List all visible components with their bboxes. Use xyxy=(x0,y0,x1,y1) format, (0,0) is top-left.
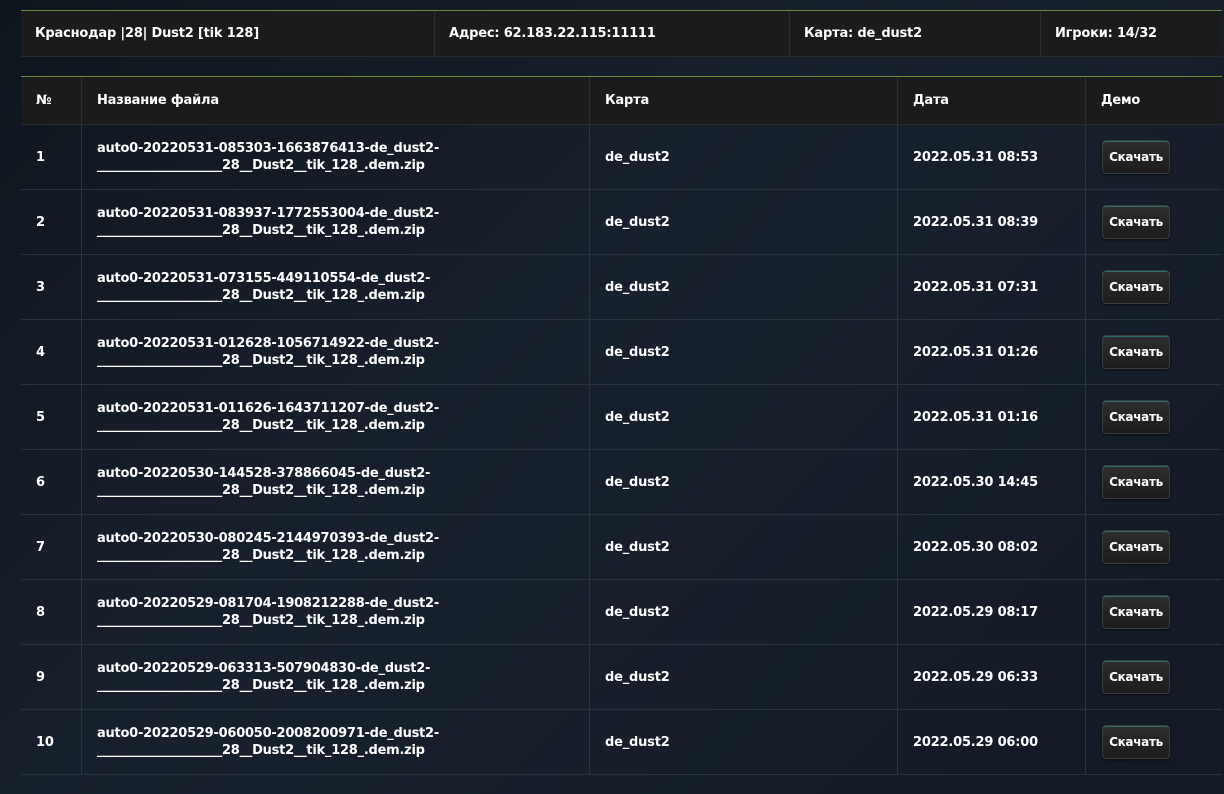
row-file-name: auto0-20220531-085303-1663876413-de_dust… xyxy=(82,125,590,189)
table-row: 9 auto0-20220529-063313-507904830-de_dust… xyxy=(21,645,1222,710)
download-button[interactable]: Скачать xyxy=(1102,140,1170,174)
row-map: de_dust2 xyxy=(590,125,898,189)
row-demo-cell: Скачать xyxy=(1086,320,1222,384)
header-file-name: Название файла xyxy=(82,77,590,124)
row-number: 2 xyxy=(21,190,82,254)
table-body: 1 auto0-20220531-085303-1663876413-de_dus… xyxy=(21,125,1222,775)
row-number: 6 xyxy=(21,450,82,514)
header-date: Дата xyxy=(898,77,1086,124)
row-date: 2022.05.30 08:02 xyxy=(898,515,1086,579)
row-file-name: auto0-20220531-011626-1643711207-de_dust… xyxy=(82,385,590,449)
table-row: 6 auto0-20220530-144528-378866045-de_dust… xyxy=(21,450,1222,515)
server-address: Адрес: 62.183.22.115:11111 xyxy=(435,11,790,56)
row-date: 2022.05.30 14:45 xyxy=(898,450,1086,514)
row-date: 2022.05.31 07:31 xyxy=(898,255,1086,319)
row-demo-cell: Скачать xyxy=(1086,515,1222,579)
row-map: de_dust2 xyxy=(590,710,898,774)
row-map: de_dust2 xyxy=(590,385,898,449)
row-file-name: auto0-20220529-060050-2008200971-de_dust… xyxy=(82,710,590,774)
row-file-name: auto0-20220530-080245-2144970393-de_dust… xyxy=(82,515,590,579)
row-number: 9 xyxy=(21,645,82,709)
server-name: Краснодар |28| Dust2 [tik 128] xyxy=(21,11,435,56)
row-file-name: auto0-20220531-073155-449110554-de_dust2… xyxy=(82,255,590,319)
table-row: 3 auto0-20220531-073155-449110554-de_dust… xyxy=(21,255,1222,320)
table-header: № Название файла Карта Дата Демо xyxy=(21,77,1222,125)
row-file-name: auto0-20220531-012628-1056714922-de_dust… xyxy=(82,320,590,384)
row-map: de_dust2 xyxy=(590,645,898,709)
table-row: 5 auto0-20220531-011626-1643711207-de_dus… xyxy=(21,385,1222,450)
download-button[interactable]: Скачать xyxy=(1102,595,1170,629)
row-date: 2022.05.29 06:33 xyxy=(898,645,1086,709)
row-number: 4 xyxy=(21,320,82,384)
row-date: 2022.05.29 08:17 xyxy=(898,580,1086,644)
row-date: 2022.05.29 06:00 xyxy=(898,710,1086,774)
row-number: 3 xyxy=(21,255,82,319)
download-button[interactable]: Скачать xyxy=(1102,465,1170,499)
row-map: de_dust2 xyxy=(590,320,898,384)
row-demo-cell: Скачать xyxy=(1086,645,1222,709)
download-button[interactable]: Скачать xyxy=(1102,205,1170,239)
row-number: 1 xyxy=(21,125,82,189)
row-map: de_dust2 xyxy=(590,190,898,254)
row-map: de_dust2 xyxy=(590,580,898,644)
row-date: 2022.05.31 08:39 xyxy=(898,190,1086,254)
download-button[interactable]: Скачать xyxy=(1102,660,1170,694)
row-demo-cell: Скачать xyxy=(1086,255,1222,319)
table-row: 7 auto0-20220530-080245-2144970393-de_dus… xyxy=(21,515,1222,580)
row-demo-cell: Скачать xyxy=(1086,450,1222,514)
row-file-name: auto0-20220529-081704-1908212288-de_dust… xyxy=(82,580,590,644)
server-players: Игроки: 14/32 xyxy=(1055,26,1157,41)
row-date: 2022.05.31 08:53 xyxy=(898,125,1086,189)
demos-table: № Название файла Карта Дата Демо 1 auto0-… xyxy=(21,76,1222,794)
row-number: 8 xyxy=(21,580,82,644)
download-button[interactable]: Скачать xyxy=(1102,530,1170,564)
header-map: Карта xyxy=(590,77,898,124)
row-map: de_dust2 xyxy=(590,450,898,514)
row-demo-cell: Скачать xyxy=(1086,385,1222,449)
server-map: Карта: de_dust2 xyxy=(790,11,1041,56)
row-file-name: auto0-20220531-083937-1772553004-de_dust… xyxy=(82,190,590,254)
table-row: 8 auto0-20220529-081704-1908212288-de_dus… xyxy=(21,580,1222,645)
row-date: 2022.05.31 01:16 xyxy=(898,385,1086,449)
row-number: 7 xyxy=(21,515,82,579)
table-row: 1 auto0-20220531-085303-1663876413-de_dus… xyxy=(21,125,1222,190)
table-row: 2 auto0-20220531-083937-1772553004-de_dus… xyxy=(21,190,1222,255)
row-map: de_dust2 xyxy=(590,255,898,319)
download-button[interactable]: Скачать xyxy=(1102,725,1170,759)
row-number: 10 xyxy=(21,710,82,774)
download-button[interactable]: Скачать xyxy=(1102,335,1170,369)
table-row: 4 auto0-20220531-012628-1056714922-de_dus… xyxy=(21,320,1222,385)
header-demo: Демо xyxy=(1101,93,1141,108)
server-info-bar: Краснодар |28| Dust2 [tik 128] Адрес: 62… xyxy=(21,10,1222,57)
table-row: 10 auto0-20220529-060050-2008200971-de_du… xyxy=(21,710,1222,775)
row-demo-cell: Скачать xyxy=(1086,580,1222,644)
row-demo-cell: Скачать xyxy=(1086,190,1222,254)
row-file-name: auto0-20220530-144528-378866045-de_dust2… xyxy=(82,450,590,514)
row-file-name: auto0-20220529-063313-507904830-de_dust2… xyxy=(82,645,590,709)
row-date: 2022.05.31 01:26 xyxy=(898,320,1086,384)
download-button[interactable]: Скачать xyxy=(1102,400,1170,434)
row-number: 5 xyxy=(21,385,82,449)
row-demo-cell: Скачать xyxy=(1086,125,1222,189)
row-demo-cell: Скачать xyxy=(1086,710,1222,774)
download-button[interactable]: Скачать xyxy=(1102,270,1170,304)
row-map: de_dust2 xyxy=(590,515,898,579)
header-number: № xyxy=(21,77,82,124)
